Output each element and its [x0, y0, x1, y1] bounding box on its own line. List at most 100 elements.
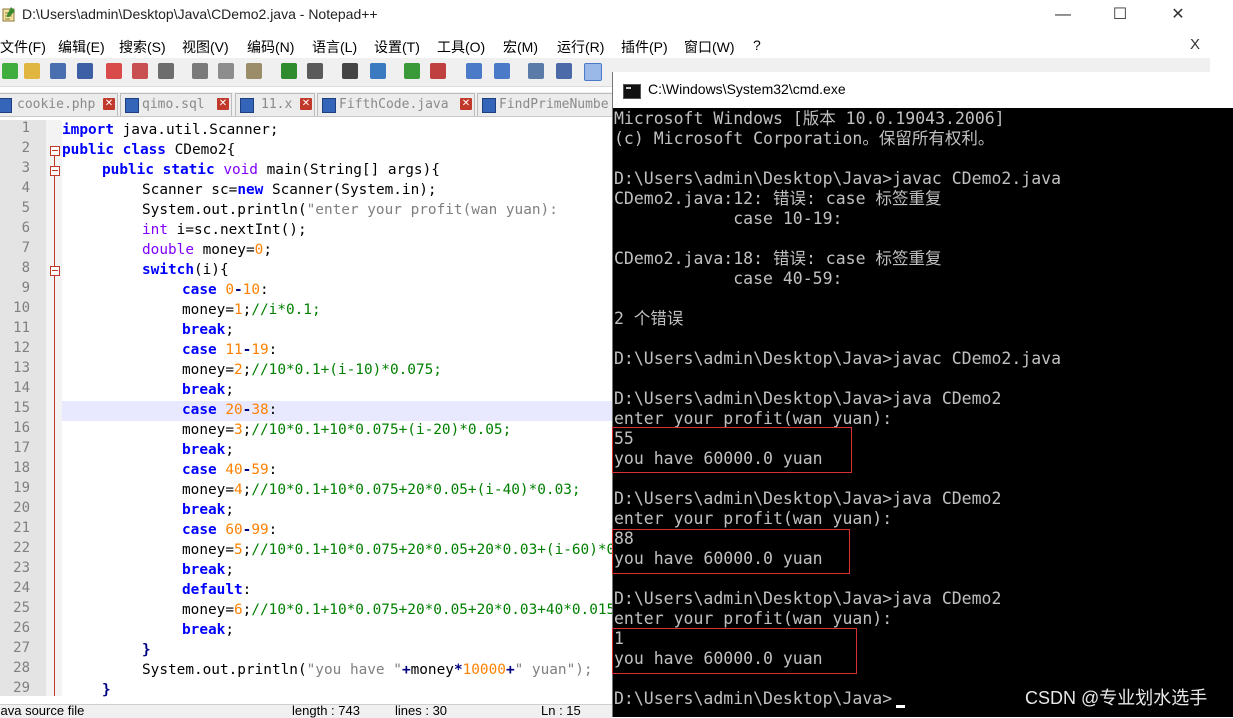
sync-horizontal-icon[interactable]	[494, 63, 510, 79]
fold-line	[54, 276, 55, 696]
menu-edit[interactable]: 编辑(E)	[58, 37, 105, 57]
sync-vertical-icon[interactable]	[466, 63, 482, 79]
word-wrap-icon[interactable]	[528, 63, 544, 79]
code-line-3: public static void main(String[] args){	[102, 160, 440, 180]
print-icon[interactable]	[158, 63, 174, 79]
menu-file[interactable]: 文件(F)	[0, 37, 46, 57]
menu-encoding[interactable]: 编码(N)	[247, 37, 294, 57]
code-line-16: money=3;//10*0.1+10*0.075+(i-20)*0.05;	[182, 420, 511, 440]
code-token: ;	[225, 622, 234, 638]
line-number: 21	[13, 520, 30, 536]
close-button[interactable]: ✕	[1155, 2, 1201, 28]
menu-search[interactable]: 搜索(S)	[119, 37, 166, 57]
show-all-chars-icon[interactable]	[556, 63, 572, 79]
status-position: Ln : 15	[541, 703, 581, 718]
menu-run[interactable]: 运行(R)	[557, 37, 604, 57]
menu-language[interactable]: 语言(L)	[312, 37, 357, 57]
new-file-icon[interactable]	[2, 63, 18, 79]
tab-close-icon[interactable]: ✕	[300, 98, 312, 110]
code-token: int	[142, 222, 168, 238]
console-line: D:\Users\admin\Desktop\Java>java CDemo2	[614, 489, 1002, 508]
code-token: break	[182, 502, 226, 518]
tab-close-icon[interactable]: ✕	[217, 98, 229, 110]
cmd-console-output[interactable]: Microsoft Windows [版本 10.0.19043.2006] (…	[612, 108, 1233, 717]
save-all-icon[interactable]	[77, 63, 93, 79]
code-token: case	[182, 462, 217, 478]
code-token: :	[268, 342, 278, 358]
code-line-26: break;	[182, 620, 234, 640]
menu-tools[interactable]: 工具(O)	[437, 37, 485, 57]
line-number: 9	[21, 280, 30, 296]
code-token: 10	[242, 282, 260, 298]
menu-help[interactable]: ?	[753, 37, 761, 53]
code-token: 6	[233, 602, 243, 618]
line-number: 3	[21, 160, 30, 176]
code-token: 4	[233, 482, 243, 498]
code-token: money=	[182, 542, 234, 558]
menu-window[interactable]: 窗口(W)	[684, 37, 735, 57]
fold-toggle-icon[interactable]	[50, 266, 60, 276]
undo-icon[interactable]	[281, 63, 297, 79]
cut-icon[interactable]	[192, 63, 208, 79]
cmd-window[interactable]: C:\Windows\System32\cmd.exe Microsoft Wi…	[612, 72, 1233, 717]
code-token: money	[410, 662, 454, 678]
code-token: " yuan");	[514, 662, 593, 678]
tab-findprimenumber[interactable]: FindPrimeNumbe	[477, 93, 619, 116]
close-file-icon[interactable]	[106, 63, 122, 79]
console-line: D:\Users\admin\Desktop\Java>javac CDemo2…	[614, 349, 1062, 368]
code-token: 3	[233, 422, 243, 438]
code-token: money=	[182, 482, 234, 498]
line-number: 1	[21, 120, 30, 136]
code-editor[interactable]: 1 2 3 4 5 6 7 8 9 10 11 12 13 14 15 16 1…	[0, 120, 659, 698]
tab-cookie-php[interactable]: cookie.php ✕	[0, 93, 118, 116]
code-token: ;	[225, 382, 234, 398]
status-lines: lines : 30	[395, 703, 448, 718]
zoom-in-icon[interactable]	[404, 63, 420, 79]
code-token: }	[142, 642, 151, 658]
copy-icon[interactable]	[218, 63, 234, 79]
redo-icon[interactable]	[307, 63, 323, 79]
line-number: 6	[21, 220, 30, 236]
save-icon[interactable]	[50, 63, 66, 79]
fold-toggle-icon[interactable]	[50, 166, 60, 176]
code-line-7: double money=0;	[142, 240, 272, 260]
close-all-icon[interactable]	[132, 63, 148, 79]
code-token: CDemo2{	[165, 142, 236, 158]
find-icon[interactable]	[342, 63, 358, 79]
paste-icon[interactable]	[246, 63, 262, 79]
menu-plugins[interactable]: 插件(P)	[621, 37, 668, 57]
code-token: new	[237, 182, 264, 198]
code-token: *	[453, 662, 463, 678]
maximize-button[interactable]: ☐	[1097, 2, 1143, 28]
tab-close-icon[interactable]: ✕	[460, 98, 472, 110]
tab-qimo-sql[interactable]: qimo.sql ✕	[120, 93, 232, 116]
line-number: 25	[13, 600, 30, 616]
code-token: 11	[225, 342, 243, 358]
code-line-10: money=1;//i*0.1;	[182, 300, 321, 320]
tab-11-x[interactable]: 11.x ✕	[235, 93, 315, 116]
replace-icon[interactable]	[370, 63, 386, 79]
file-icon	[0, 98, 12, 113]
indent-guide-icon[interactable]	[584, 63, 602, 81]
tab-close-icon[interactable]: ✕	[103, 98, 115, 110]
tab-fifthcode-java[interactable]: FifthCode.java ✕	[317, 93, 475, 116]
line-number: 15	[13, 400, 30, 416]
code-token: //10*0.1+(i-10)*0.075;	[251, 362, 442, 378]
code-token: 20	[225, 402, 243, 418]
menu-settings[interactable]: 设置(T)	[374, 37, 420, 57]
cmd-title-bar[interactable]: C:\Windows\System32\cmd.exe	[613, 72, 1233, 108]
fold-toggle-icon[interactable]	[50, 146, 60, 156]
console-line: 2 个错误	[614, 309, 684, 328]
menu-macro[interactable]: 宏(M)	[503, 37, 538, 57]
zoom-out-icon[interactable]	[430, 63, 446, 79]
code-token: 1	[233, 302, 243, 318]
menu-view[interactable]: 视图(V)	[182, 37, 229, 57]
code-token: ;	[225, 502, 234, 518]
code-token: break	[182, 622, 226, 638]
open-file-icon[interactable]	[24, 63, 40, 79]
line-number: 22	[13, 540, 30, 556]
minimize-button[interactable]: —	[1040, 2, 1086, 28]
code-token: //10*0.1+10*0.075+(i-20)*0.05;	[251, 422, 512, 438]
close-document-button[interactable]: X	[1190, 36, 1200, 53]
code-token: :	[268, 462, 278, 478]
